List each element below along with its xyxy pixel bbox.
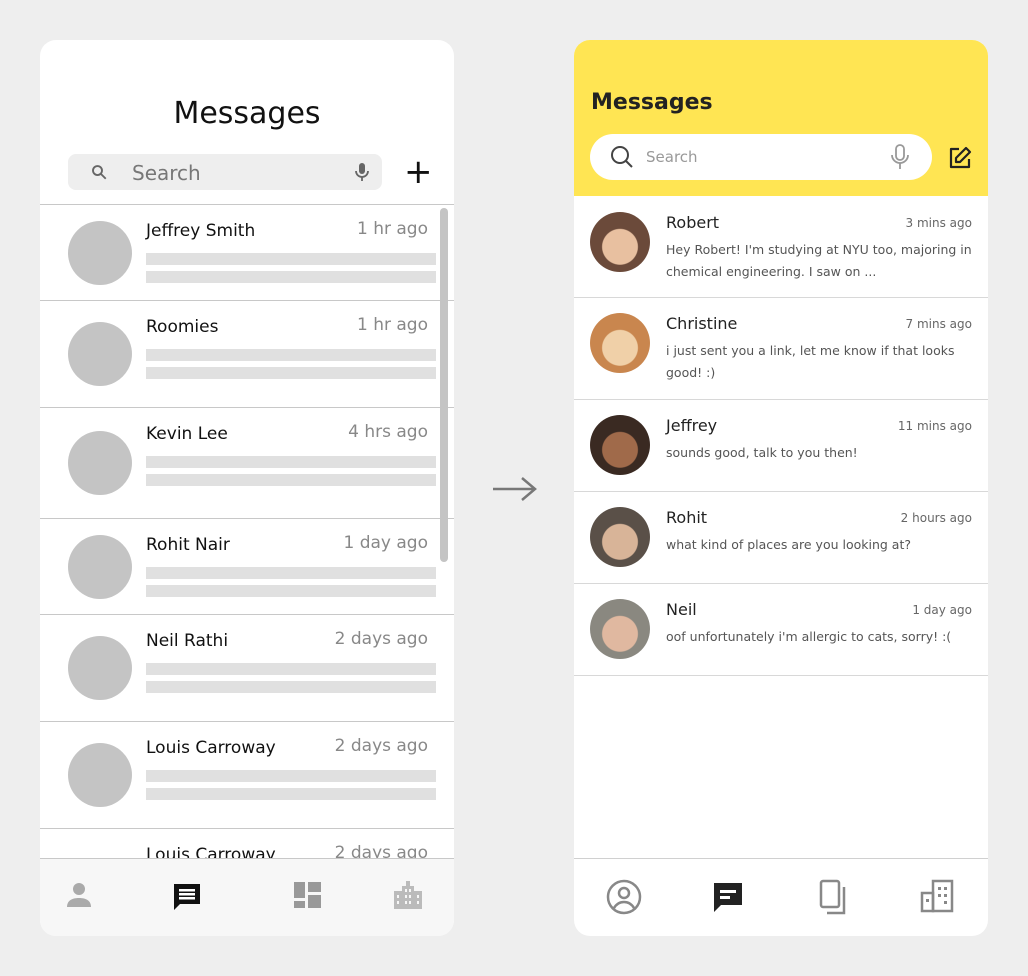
timestamp: 1 day ago [912,603,972,617]
contact-name: Roomies [146,317,219,337]
message-preview: what kind of places are you looking at? [666,537,911,552]
timestamp: 3 mins ago [905,216,972,230]
timestamp: 2 hours ago [900,511,972,525]
list-item[interactable]: Christine 7 mins ago i just sent you a l… [574,297,988,400]
arrow-right-icon [493,477,537,501]
search-icon [611,146,633,168]
contact-name: Neil [666,600,697,619]
wireframe-panel: Messages Search + Jeffrey Smith 1 hr ago… [40,40,454,936]
search-placeholder: Search [646,148,698,166]
chat-icon[interactable] [172,881,202,911]
message-placeholder-line [146,456,436,468]
search-icon [92,165,107,180]
conversation-list: Jeffrey Smith 1 hr ago Roomies 1 hr ago … [40,204,454,860]
chat-icon[interactable] [712,881,744,913]
contact-name: Rohit [666,508,708,527]
contact-name: Jeffrey [666,416,718,435]
avatar [68,743,132,807]
building-icon[interactable] [920,879,954,913]
timestamp: 1 day ago [343,533,428,553]
page-title: Messages [173,96,321,131]
contact-name: Kevin Lee [146,424,228,444]
bottom-nav [40,858,454,936]
message-placeholder-line [146,349,436,361]
timestamp: 2 days ago [334,629,428,649]
scrollbar[interactable] [440,208,448,562]
page-title: Messages [591,90,713,115]
message-preview: i just sent you a link, let me know if t… [666,343,955,380]
list-item[interactable]: Jeffrey Smith 1 hr ago [40,205,454,301]
avatar [590,599,650,659]
list-item[interactable]: Neil Rathi 2 days ago [40,615,454,722]
message-placeholder-line [146,788,436,800]
contact-name: Louis Carroway [146,738,276,758]
microphone-icon[interactable] [890,144,910,170]
search-placeholder: Search [132,161,201,185]
message-preview: sounds good, talk to you then! [666,445,858,460]
message-placeholder-line [146,681,436,693]
search-input[interactable]: Search [68,154,382,190]
timestamp: 4 hrs ago [348,422,428,442]
avatar [590,415,650,475]
timestamp: 11 mins ago [897,419,972,433]
message-placeholder-line [146,567,436,579]
bottom-nav [574,858,988,936]
avatar [68,431,132,495]
search-input[interactable]: Search [590,134,932,180]
avatar [68,534,132,599]
message-placeholder-line [146,474,436,486]
message-preview: oof unfortunately i'm allergic to cats, … [666,629,952,644]
avatar [590,313,650,373]
profile-icon[interactable] [66,881,92,909]
compose-icon[interactable] [948,146,972,170]
timestamp: 1 hr ago [357,315,428,335]
contact-name: Robert [666,213,720,232]
timestamp: 7 mins ago [905,317,972,331]
timestamp: 2 days ago [334,736,428,756]
avatar [68,636,132,700]
building-icon[interactable] [394,881,422,909]
list-item[interactable]: Rohit 2 hours ago what kind of places ar… [574,491,988,584]
list-item[interactable]: Rohit Nair 1 day ago [40,519,454,615]
profile-icon[interactable] [606,879,642,915]
documents-icon[interactable] [818,879,848,915]
microphone-icon[interactable] [354,162,370,182]
avatar [590,212,650,272]
timestamp: 1 hr ago [357,219,428,239]
list-item[interactable]: Louis Carroway 2 days ago [40,722,454,829]
avatar [68,220,132,285]
message-placeholder-line [146,770,436,782]
message-placeholder-line [146,271,436,283]
list-item[interactable]: Kevin Lee 4 hrs ago [40,408,454,519]
message-placeholder-line [146,663,436,675]
list-item[interactable]: Neil 1 day ago oof unfortunately i'm all… [574,583,988,676]
contact-name: Rohit Nair [146,535,230,555]
list-item[interactable]: Louis Carroway 2 days ago [40,829,454,860]
contact-name: Jeffrey Smith [146,221,256,241]
dashboard-icon[interactable] [294,881,321,909]
contact-name: Neil Rathi [146,631,229,651]
list-item[interactable]: Roomies 1 hr ago [40,301,454,408]
contact-name: Christine [666,314,738,333]
message-placeholder-line [146,585,436,597]
redesign-panel: Messages Search Robert 3 mins ago Hey Ro… [574,40,988,936]
list-item[interactable]: Robert 3 mins ago Hey Robert! I'm studyi… [574,196,988,298]
avatar [590,507,650,567]
list-item[interactable]: Jeffrey 11 mins ago sounds good, talk to… [574,399,988,492]
message-preview: Hey Robert! I'm studying at NYU too, maj… [666,242,972,279]
message-placeholder-line [146,253,436,265]
header: Messages Search [574,40,988,196]
message-placeholder-line [146,367,436,379]
new-message-button[interactable]: + [404,154,433,190]
avatar [68,322,132,386]
